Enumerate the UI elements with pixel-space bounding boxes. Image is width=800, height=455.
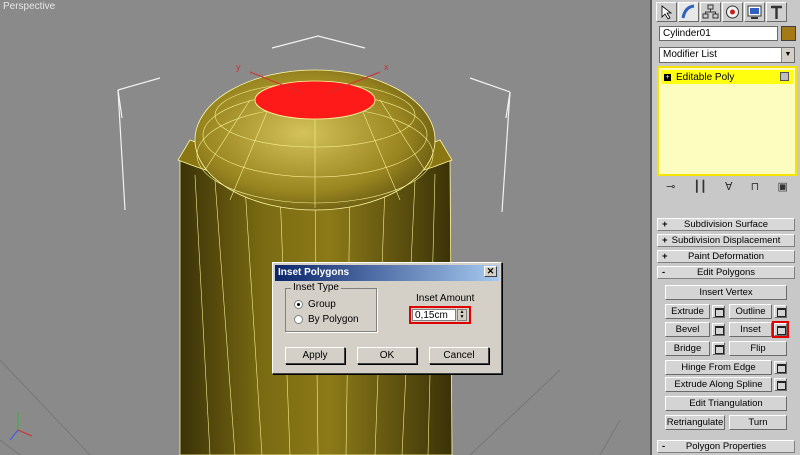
modifier-list-dropdown[interactable]: Modifier List ▼ (659, 47, 795, 63)
inset-amount-label: Inset Amount (416, 293, 475, 304)
dialog-titlebar[interactable]: Inset Polygons ✕ (275, 265, 499, 281)
chevron-down-icon[interactable]: ▼ (781, 48, 794, 62)
rollout-label: Subdivision Surface (684, 219, 768, 230)
inset-type-group: Inset Type Group By Polygon (285, 282, 377, 332)
make-unique-icon[interactable]: ∀ (725, 180, 733, 193)
radio-group[interactable]: Group (294, 299, 336, 310)
inset-amount-input[interactable]: 0,15cm (412, 309, 456, 321)
stack-toolbar: ⊸ ┃┃ ∀ ⊓ ▣ (657, 178, 797, 194)
rollout-label: Paint Deformation (687, 251, 765, 262)
rollout-sign: + (662, 219, 668, 230)
inset-settings-button[interactable] (772, 321, 789, 338)
inset-polygons-dialog: Inset Polygons ✕ Inset Type Group By Pol… (272, 262, 502, 374)
extrude-along-spline-button[interactable]: Extrude Along Spline (665, 377, 772, 392)
bevel-button[interactable]: Bevel (665, 322, 710, 337)
gizmo-y-label: y (236, 62, 241, 72)
perspective-viewport[interactable]: y x Perspective (0, 0, 650, 455)
apply-button[interactable]: Apply (285, 347, 345, 364)
radio-by-polygon-label: By Polygon (308, 314, 359, 325)
viewport-scene: y x (0, 35, 621, 455)
remove-modifier-icon[interactable]: ⊓ (751, 180, 760, 193)
stack-toggle-box[interactable] (780, 72, 789, 81)
utilities-icon[interactable] (766, 2, 787, 22)
rollout-edit-polygons[interactable]: - Edit Polygons (657, 266, 795, 279)
rollout-sign: + (662, 251, 668, 262)
rollout-subdivision-displacement[interactable]: + Subdivision Displacement (657, 234, 795, 247)
stack-item-label: Editable Poly (676, 71, 735, 83)
object-name-field[interactable]: Cylinder01 (659, 26, 778, 41)
hierarchy-icon[interactable] (700, 2, 721, 22)
pin-stack-icon[interactable]: ⊸ (666, 180, 675, 193)
inset-amount-highlight: 0,15cm ▲ ▼ (409, 306, 471, 324)
radio-group-label: Group (308, 299, 336, 310)
radio-by-polygon-input[interactable] (294, 315, 303, 324)
show-end-result-icon[interactable]: ┃┃ (694, 180, 707, 193)
panel-tabs (656, 2, 787, 22)
spinner-arrows-icon[interactable]: ▲ ▼ (457, 309, 467, 321)
close-button[interactable]: ✕ (484, 266, 497, 277)
rollout-label: Subdivision Displacement (671, 235, 781, 246)
gizmo-x-label: x (384, 62, 389, 72)
rollout-sign: - (662, 267, 666, 278)
motion-icon[interactable] (722, 2, 743, 22)
rollout-paint-deformation[interactable]: + Paint Deformation (657, 250, 795, 263)
cancel-button[interactable]: Cancel (429, 347, 489, 364)
rollout-subdivision-surface[interactable]: + Subdivision Surface (657, 218, 795, 231)
insert-vertex-button[interactable]: Insert Vertex (665, 285, 787, 300)
bridge-button[interactable]: Bridge (665, 341, 710, 356)
command-panel: Cylinder01 Modifier List ▼ + Editable Po… (650, 0, 800, 455)
radio-group-input[interactable] (294, 300, 303, 309)
stack-item-editable-poly[interactable]: + Editable Poly (661, 70, 793, 84)
object-color-swatch[interactable] (781, 26, 796, 41)
radio-by-polygon[interactable]: By Polygon (294, 314, 359, 325)
extrude-settings-button[interactable] (712, 305, 725, 318)
edit-triangulation-button[interactable]: Edit Triangulation (665, 396, 787, 411)
modify-icon[interactable] (678, 2, 699, 22)
bevel-settings-button[interactable] (712, 323, 725, 336)
inset-type-label: Inset Type (291, 282, 341, 293)
extrude-button[interactable]: Extrude (665, 304, 710, 319)
hinge-from-edge-button[interactable]: Hinge From Edge (665, 360, 772, 375)
rollout-polygon-properties[interactable]: - Polygon Properties (657, 440, 795, 453)
axis-tripod (9, 412, 33, 441)
outline-settings-button[interactable] (774, 305, 787, 318)
modifier-stack[interactable]: + Editable Poly (657, 66, 797, 176)
hinge-settings-button[interactable] (774, 361, 787, 374)
rollout-label: Edit Polygons (696, 267, 756, 278)
rollout-label: Polygon Properties (685, 441, 767, 452)
bridge-settings-button[interactable] (712, 342, 725, 355)
dialog-title: Inset Polygons (278, 267, 350, 278)
retriangulate-button[interactable]: Retriangulate (665, 415, 725, 430)
configure-sets-icon[interactable]: ▣ (777, 180, 787, 193)
inset-button[interactable]: Inset (729, 322, 772, 337)
rollout-sign: - (662, 441, 666, 452)
rollout-sign: + (662, 235, 668, 246)
outline-button[interactable]: Outline (729, 304, 772, 319)
modifier-list-label: Modifier List (663, 49, 717, 60)
selected-polygon (254, 80, 376, 120)
extrude-spline-settings-button[interactable] (774, 378, 787, 391)
rollouts-area: + Subdivision Surface + Subdivision Displa… (657, 214, 797, 455)
flip-button[interactable]: Flip (729, 341, 787, 356)
display-icon[interactable] (744, 2, 765, 22)
turn-button[interactable]: Turn (729, 415, 787, 430)
viewport-label[interactable]: Perspective (3, 1, 55, 12)
ok-button[interactable]: OK (357, 347, 417, 364)
expand-plus-icon[interactable]: + (664, 73, 671, 81)
create-icon[interactable] (656, 2, 677, 22)
